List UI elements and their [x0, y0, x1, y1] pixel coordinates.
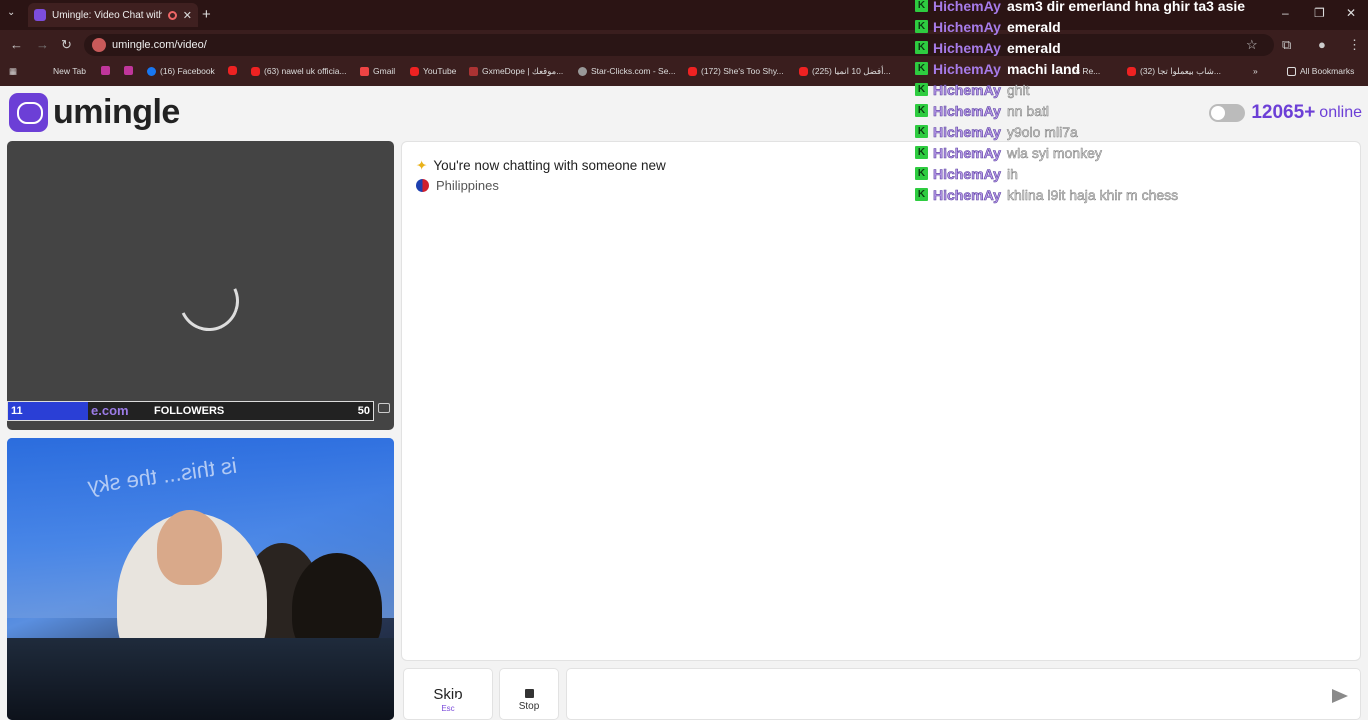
youtube-icon [228, 66, 237, 75]
local-video: is this... the sky [7, 438, 394, 720]
kick-badge-icon: K [915, 0, 928, 12]
bookmark-nawel[interactable]: (63) nawel uk officia... [251, 66, 347, 76]
logo-text: umingle [53, 93, 180, 131]
stream-chat-line: K HichemAy khlina l9it haja khir m chess [915, 184, 1178, 205]
instagram-icon [124, 66, 133, 75]
forward-icon[interactable]: → [36, 37, 49, 52]
kick-badge-icon: K [915, 104, 928, 117]
back-icon[interactable]: ← [10, 37, 23, 52]
desk-foreground [7, 638, 394, 720]
chat-bubble-logo-icon [9, 93, 48, 132]
site-logo[interactable]: umingle [9, 93, 180, 132]
stream-chat-line: K HichemAy ghlt [915, 79, 1030, 100]
stream-chat-line: K HichemAy wla syi monkey [915, 142, 1102, 163]
bookmark-star-clicks[interactable]: Star-Clicks.com - Se... [578, 66, 676, 76]
stop-button[interactable]: Stop [499, 668, 559, 720]
gmail-icon [360, 66, 369, 76]
chat-status: ✦ You're now chatting with someone new [416, 158, 666, 173]
followers-label: FOLLOWERS [154, 405, 225, 417]
globe-icon [578, 66, 587, 76]
chat-log: ✦ You're now chatting with someone new Ph… [401, 141, 1361, 661]
youtube-icon [251, 66, 260, 76]
close-tab-icon[interactable]: ✕ [183, 9, 192, 22]
send-icon[interactable] [1332, 689, 1348, 703]
gxmedope-icon [469, 67, 478, 76]
bookmark-youtube-1[interactable] [228, 66, 241, 75]
youtube-icon [410, 66, 419, 76]
bookmark-shes-too-shy[interactable]: (172) She's Too Shy... [688, 66, 784, 76]
new-tab-icon[interactable]: + [202, 6, 211, 23]
bookmark-new-tab[interactable]: New Tab [40, 66, 86, 76]
stop-icon [524, 689, 534, 698]
site-info-icon[interactable] [92, 38, 106, 52]
kick-badge-icon: K [915, 146, 928, 159]
stream-follower-bar: 11 e.com FOLLOWERS 50 [7, 401, 374, 421]
kick-badge-icon: K [915, 167, 928, 180]
bookmark-instagram-2[interactable] [124, 66, 137, 75]
kick-badge-icon: K [915, 83, 928, 96]
bookmark-gxmedope[interactable]: GxmeDope | موقعك... [469, 66, 563, 77]
skip-button[interactable]: Skip Esc [403, 668, 493, 720]
report-icon[interactable] [378, 403, 390, 413]
stream-chat-line: K HichemAy nn batl [915, 100, 1049, 121]
youtube-icon [688, 66, 697, 76]
stream-chat-line: K HichemAy y9olo mli7a [915, 121, 1078, 142]
chat-controls: Skip Esc Stop [401, 668, 1361, 720]
facebook-icon [147, 66, 156, 76]
umingle-favicon-icon [34, 9, 46, 21]
stream-chat-line: K HichemAy ih [915, 163, 1018, 184]
tab-umingle[interactable]: Umingle: Video Chat with S ✕ [28, 3, 198, 27]
recording-icon [167, 10, 177, 20]
stream-chat-line: K HichemAy asm3 dir emerland hna ghir ta3 … [915, 0, 1245, 16]
sparkles-icon: ✦ [416, 158, 428, 173]
kick-badge-icon: K [915, 20, 928, 33]
stream-chat-line: K HichemAy emerald [915, 37, 1061, 58]
bookmark-anime[interactable]: (225) أفضل 10 انميا... [799, 66, 891, 77]
instagram-icon [101, 66, 110, 75]
stream-chat-overlay: K HichemAy asm3 dir emerland hna ghir ta3 … [915, 0, 1368, 206]
follower-goal: 50 [357, 405, 370, 417]
bookmark-instagram-1[interactable] [101, 66, 114, 75]
remote-video: 11 e.com FOLLOWERS 50 [7, 141, 394, 430]
reload-icon[interactable]: ↻ [61, 37, 72, 53]
philippines-flag-icon [416, 179, 429, 192]
bookmark-gmail[interactable]: Gmail [360, 66, 395, 76]
url-text: umingle.com/video/ [112, 39, 207, 51]
kick-badge-icon: K [915, 41, 928, 54]
person-center-face [157, 510, 222, 585]
bookmark-youtube[interactable]: YouTube [410, 66, 456, 76]
stranger-country: Philippines [416, 178, 499, 193]
stream-chat-line: K HichemAy emerald [915, 16, 1061, 37]
tab-title: Umingle: Video Chat with S [52, 9, 162, 21]
message-box [566, 668, 1361, 720]
follower-current: 11 [11, 405, 23, 417]
bookmark-facebook[interactable]: (16) Facebook [147, 66, 215, 76]
kick-badge-icon: K [915, 125, 928, 138]
youtube-icon [799, 67, 808, 76]
apps-grid-icon[interactable]: ▦ [9, 66, 17, 77]
kick-badge-icon: K [915, 188, 928, 201]
stream-chat-line: K HichemAy machi land [915, 58, 1080, 79]
overlay-domain: e.com [91, 403, 129, 418]
loading-spinner-icon [170, 262, 248, 340]
message-input[interactable] [567, 669, 1307, 719]
kick-badge-icon: K [915, 62, 928, 75]
tab-search-icon[interactable]: ⌄ [7, 7, 15, 18]
